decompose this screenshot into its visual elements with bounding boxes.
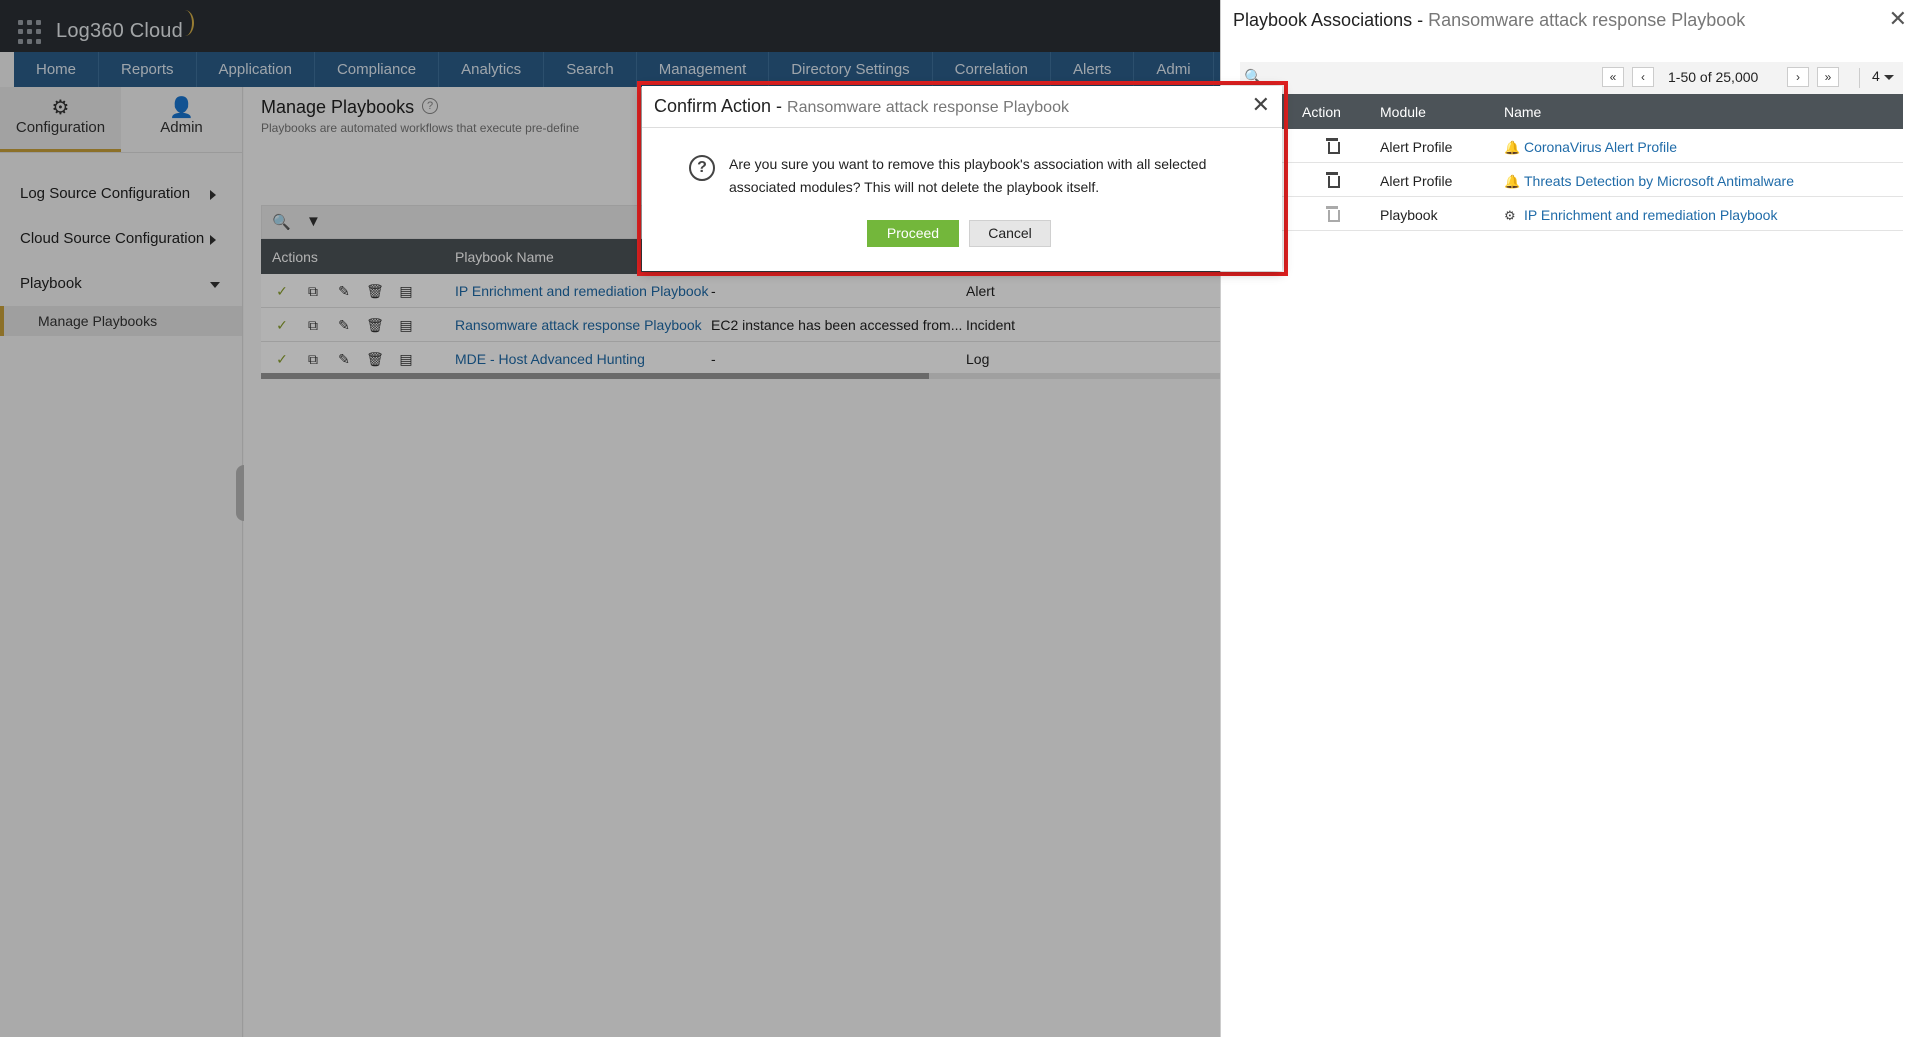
page-size-value: 4 [1872,68,1880,84]
close-icon[interactable]: ✕ [1252,94,1270,116]
dialog-title-text: Confirm Action - [654,96,788,116]
trash-icon[interactable] [1326,172,1340,188]
playbook-icon: ⚙ [1504,208,1516,223]
associations-panel: Playbook Associations - Ransomware attac… [1220,0,1917,1037]
question-icon: ? [689,155,715,181]
page-size-select[interactable]: 4 [1872,68,1894,84]
dialog-header: Confirm Action - Ransomware attack respo… [642,86,1282,128]
module-cell: Playbook [1380,207,1438,223]
table-row: Alert Profile 🔔 CoronaVirus Alert Profile [1240,130,1903,163]
col-action: Action [1302,104,1341,120]
trash-icon[interactable] [1326,138,1340,154]
proceed-button[interactable]: Proceed [867,220,959,247]
panel-title-text: Playbook Associations - [1233,10,1429,30]
panel-toolbar: 🔍 « ‹ 1-50 of 25,000 › » 4 [1240,62,1903,94]
panel-title: Playbook Associations - Ransomware attac… [1233,10,1745,31]
close-icon[interactable]: ✕ [1889,8,1907,30]
prev-page-button[interactable]: ‹ [1632,67,1654,87]
bell-icon: 🔔 [1504,140,1521,155]
dialog-title: Confirm Action - Ransomware attack respo… [654,96,1069,117]
association-name-link[interactable]: 🔔 CoronaVirus Alert Profile [1504,139,1677,156]
next-page-button[interactable]: › [1787,67,1809,87]
association-name-link[interactable]: 🔔 Threats Detection by Microsoft Antimalw… [1504,173,1794,190]
pager-divider [1859,68,1860,88]
trash-icon[interactable] [1326,206,1340,222]
confirm-dialog: Confirm Action - Ransomware attack respo… [642,86,1282,271]
dialog-subtitle: Ransomware attack response Playbook [787,99,1069,116]
bell-icon: 🔔 [1504,174,1521,189]
panel-grid-header: Action Module Name [1240,94,1903,129]
pager-range: 1-50 of 25,000 [1668,69,1759,85]
association-name: IP Enrichment and remediation Playbook [1524,207,1778,223]
col-name[interactable]: Name [1504,104,1541,120]
module-cell: Alert Profile [1380,139,1453,155]
association-name-link[interactable]: ⚙ IP Enrichment and remediation Playbook [1504,207,1777,224]
table-row: Playbook ⚙ IP Enrichment and remediation … [1240,198,1903,231]
col-module[interactable]: Module [1380,104,1426,120]
first-page-button[interactable]: « [1602,67,1624,87]
association-name: Threats Detection by Microsoft Antimalwa… [1524,173,1794,189]
cancel-button[interactable]: Cancel [969,220,1051,247]
last-page-button[interactable]: » [1817,67,1839,87]
table-row: Alert Profile 🔔 Threats Detection by Micr… [1240,164,1903,197]
association-name: CoronaVirus Alert Profile [1524,139,1678,155]
chevron-down-icon [1883,74,1894,80]
module-cell: Alert Profile [1380,173,1453,189]
panel-subtitle: Ransomware attack response Playbook [1428,10,1746,30]
dialog-message: Are you sure you want to remove this pla… [729,156,1207,195]
